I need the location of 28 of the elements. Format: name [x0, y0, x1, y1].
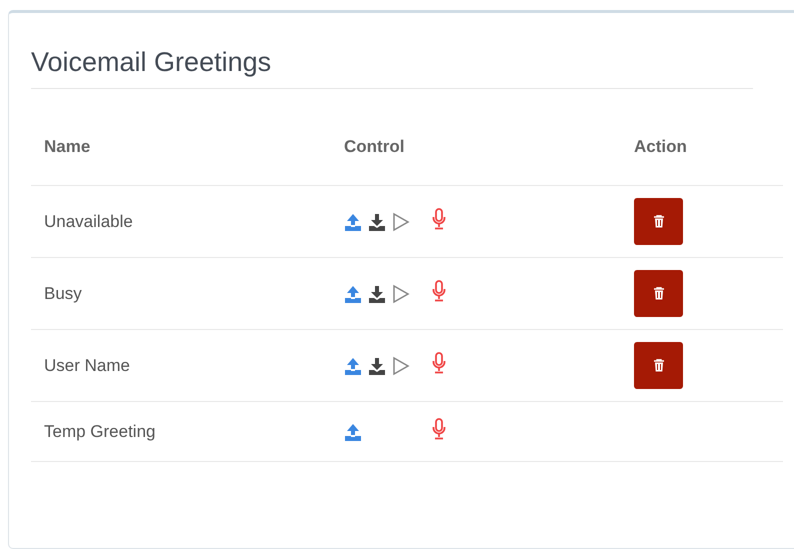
download-icon[interactable]	[368, 284, 386, 302]
trash-icon	[652, 287, 664, 300]
microphone-icon[interactable]	[432, 208, 446, 230]
download-icon[interactable]	[368, 212, 386, 230]
trash-icon	[652, 215, 664, 228]
delete-button[interactable]	[634, 198, 683, 245]
play-icon[interactable]	[392, 212, 410, 232]
upload-icon[interactable]	[344, 212, 362, 230]
trash-icon	[652, 359, 664, 372]
greeting-name: Busy	[44, 284, 82, 302]
greeting-name: Temp Greeting	[44, 422, 156, 440]
greeting-name: User Name	[44, 356, 130, 374]
upload-icon[interactable]	[344, 284, 362, 302]
microphone-icon[interactable]	[432, 280, 446, 302]
upload-icon[interactable]	[344, 422, 362, 440]
microphone-icon[interactable]	[432, 418, 446, 440]
play-icon[interactable]	[392, 356, 410, 376]
delete-button[interactable]	[634, 270, 683, 317]
column-header: Name	[44, 137, 90, 156]
microphone-icon[interactable]	[432, 352, 446, 374]
greeting-name: Unavailable	[44, 212, 133, 230]
delete-button[interactable]	[634, 342, 683, 389]
column-header: Action	[634, 137, 687, 156]
upload-icon[interactable]	[344, 356, 362, 374]
column-header: Control	[344, 137, 404, 156]
download-icon[interactable]	[368, 356, 386, 374]
play-icon[interactable]	[392, 284, 410, 304]
page-title: Voicemail Greetings	[31, 13, 753, 89]
